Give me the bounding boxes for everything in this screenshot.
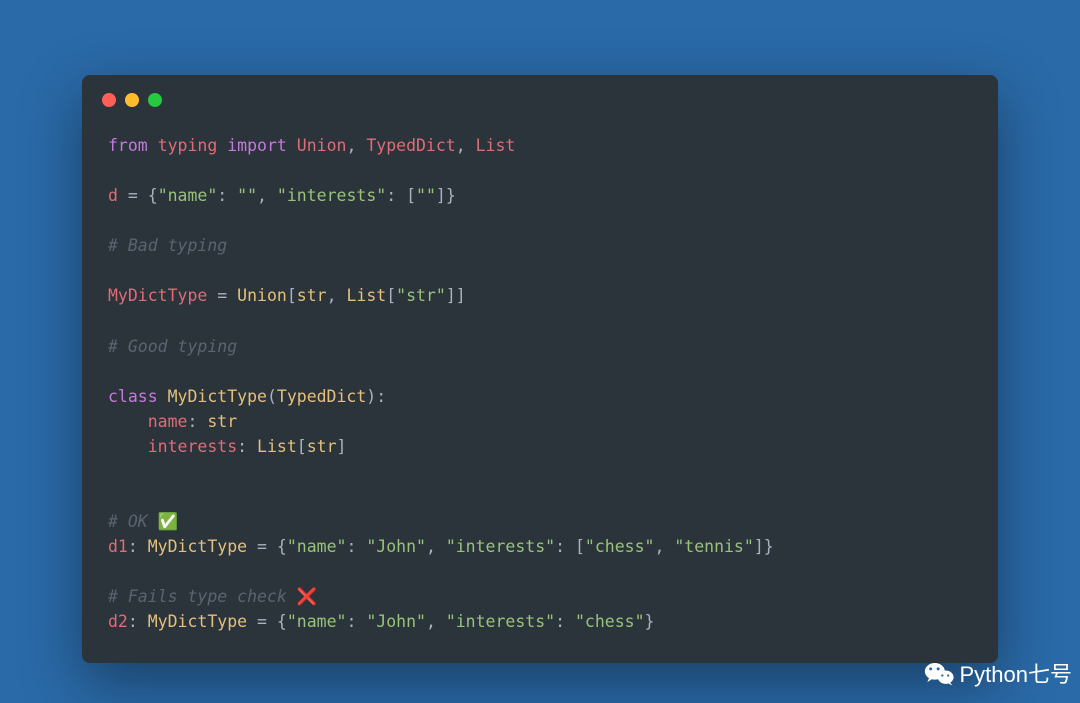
colon: : bbox=[128, 537, 148, 556]
colon: : bbox=[555, 612, 575, 631]
type-list: List bbox=[257, 437, 297, 456]
type-str: str bbox=[307, 437, 337, 456]
var-d1: d1 bbox=[108, 537, 128, 556]
attr-name: name bbox=[148, 412, 188, 431]
str-val: "chess" bbox=[585, 537, 655, 556]
str-val: "" bbox=[416, 186, 436, 205]
str-val: "" bbox=[237, 186, 257, 205]
indent bbox=[108, 437, 148, 456]
str-key: "name" bbox=[287, 537, 347, 556]
close-icon[interactable] bbox=[102, 93, 116, 107]
bracket: ]] bbox=[446, 286, 466, 305]
watermark-text: Python七号 bbox=[960, 657, 1073, 689]
op-eq: = { bbox=[247, 537, 287, 556]
punct: , bbox=[346, 136, 366, 155]
str-val: "tennis" bbox=[674, 537, 753, 556]
comment-fail: # Fails type check ❌ bbox=[108, 587, 317, 606]
str-key: "interests" bbox=[446, 612, 555, 631]
keyword-class: class bbox=[108, 387, 158, 406]
str-val: "John" bbox=[366, 612, 426, 631]
class-name: MyDictType bbox=[168, 387, 267, 406]
punct: , bbox=[456, 136, 476, 155]
bracket: [ bbox=[287, 286, 297, 305]
var-mydict: MyDictType bbox=[108, 286, 207, 305]
str-val: "chess" bbox=[575, 612, 645, 631]
bracket: ] bbox=[337, 437, 347, 456]
str-key: "interests" bbox=[446, 537, 555, 556]
code-window: from typing import Union, TypedDict, Lis… bbox=[82, 75, 998, 663]
colon: : bbox=[346, 612, 366, 631]
colon: : bbox=[188, 412, 208, 431]
var-d2: d2 bbox=[108, 612, 128, 631]
comment-ok: # OK ✅ bbox=[108, 512, 178, 531]
module-typing: typing bbox=[158, 136, 218, 155]
op-eq: = bbox=[207, 286, 237, 305]
comment-good: # Good typing bbox=[108, 337, 237, 356]
brace: } bbox=[645, 612, 655, 631]
window-controls bbox=[82, 75, 998, 115]
comma: , bbox=[426, 612, 446, 631]
paren: ( bbox=[267, 387, 277, 406]
op-eq: = { bbox=[247, 612, 287, 631]
minimize-icon[interactable] bbox=[125, 93, 139, 107]
paren: ): bbox=[366, 387, 386, 406]
comma: , bbox=[426, 537, 446, 556]
keyword-from: from bbox=[108, 136, 148, 155]
name-typeddict: TypedDict bbox=[366, 136, 455, 155]
comma: , bbox=[654, 537, 674, 556]
name-union: Union bbox=[297, 136, 347, 155]
keyword-import: import bbox=[227, 136, 287, 155]
watermark: Python七号 bbox=[924, 657, 1073, 689]
type-list: List bbox=[346, 286, 386, 305]
type-union: Union bbox=[237, 286, 287, 305]
str-key: "name" bbox=[287, 612, 347, 631]
type-str: str bbox=[207, 412, 237, 431]
comma: , bbox=[257, 186, 277, 205]
str-val: "John" bbox=[366, 537, 426, 556]
var-d: d bbox=[108, 186, 118, 205]
name-list: List bbox=[476, 136, 516, 155]
brace: ]} bbox=[754, 537, 774, 556]
colon: : [ bbox=[555, 537, 585, 556]
code-block: from typing import Union, TypedDict, Lis… bbox=[82, 115, 998, 635]
base-class: TypedDict bbox=[277, 387, 366, 406]
colon: : bbox=[128, 612, 148, 631]
type-ann: MyDictType bbox=[148, 537, 247, 556]
indent bbox=[108, 412, 148, 431]
colon: : bbox=[217, 186, 237, 205]
maximize-icon[interactable] bbox=[148, 93, 162, 107]
comment-bad: # Bad typing bbox=[108, 236, 227, 255]
colon: : bbox=[237, 437, 257, 456]
str-key: "interests" bbox=[277, 186, 386, 205]
brace: { bbox=[148, 186, 158, 205]
colon: : [ bbox=[386, 186, 416, 205]
op-eq: = bbox=[118, 186, 148, 205]
attr-interests: interests bbox=[148, 437, 237, 456]
type-ann: MyDictType bbox=[148, 612, 247, 631]
bracket: [ bbox=[386, 286, 396, 305]
comma: , bbox=[327, 286, 347, 305]
type-str: str bbox=[297, 286, 327, 305]
bracket: [ bbox=[297, 437, 307, 456]
colon: : bbox=[346, 537, 366, 556]
cross-emoji: ❌ bbox=[297, 587, 318, 606]
brace: ]} bbox=[436, 186, 456, 205]
wechat-icon bbox=[924, 660, 954, 686]
check-emoji: ✅ bbox=[158, 512, 179, 531]
str-key: "name" bbox=[158, 186, 218, 205]
str-type: "str" bbox=[396, 286, 446, 305]
